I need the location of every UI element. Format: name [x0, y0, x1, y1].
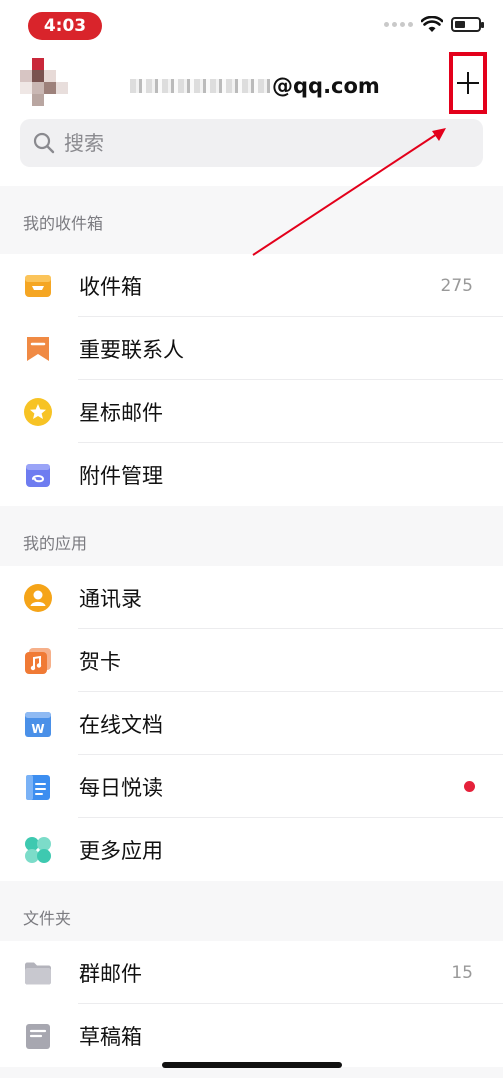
- unread-count: 15: [451, 962, 473, 983]
- inbox-icon: [23, 271, 53, 301]
- unread-badge: [464, 781, 475, 792]
- list-item-label: 通讯录: [79, 586, 142, 611]
- list-item-contacts[interactable]: 通讯录: [0, 566, 503, 629]
- card-music-icon: [23, 646, 53, 676]
- apps-section-list: 通讯录 贺卡 W 在线文档 每日悦读 更多应用: [0, 566, 503, 881]
- mailbox-list: 我的收件箱 收件箱 275 重要联系人 星标邮件 附件管理 我的应用 通讯录 贺…: [0, 186, 503, 1078]
- list-item-label: 草稿箱: [79, 1024, 142, 1049]
- star-icon: [23, 397, 53, 427]
- search-input[interactable]: [62, 130, 446, 156]
- wifi-icon: [421, 16, 443, 32]
- reading-icon: [23, 772, 53, 802]
- search-bar[interactable]: [20, 119, 483, 167]
- search-icon: [33, 132, 55, 154]
- list-item-label: 更多应用: [79, 838, 163, 863]
- list-item-label: 群邮件: [79, 961, 142, 986]
- add-button[interactable]: [449, 52, 487, 114]
- list-item-label: 重要联系人: [79, 337, 184, 362]
- list-item-group-mail[interactable]: 群邮件 15: [0, 941, 503, 1004]
- plus-icon: [457, 72, 479, 94]
- list-item-label: 贺卡: [79, 649, 121, 674]
- list-item-attachments[interactable]: 附件管理: [0, 443, 503, 506]
- list-item-online-docs[interactable]: W 在线文档: [0, 692, 503, 755]
- account-email[interactable]: @qq.com: [130, 74, 380, 98]
- contacts-icon: [23, 583, 53, 613]
- list-item-label: 星标邮件: [79, 400, 163, 425]
- list-item-inbox[interactable]: 收件箱 275: [0, 254, 503, 317]
- document-w-icon: W: [23, 709, 53, 739]
- status-bar: 4:03: [0, 0, 503, 52]
- list-item-greeting-card[interactable]: 贺卡: [0, 629, 503, 692]
- home-indicator[interactable]: [162, 1062, 342, 1068]
- status-icons: [384, 16, 484, 33]
- folders-section-list: 群邮件 15 草稿箱: [0, 941, 503, 1067]
- svg-text:W: W: [31, 722, 44, 736]
- more-apps-icon: [23, 835, 53, 865]
- list-item-label: 在线文档: [79, 712, 163, 737]
- unread-count: 275: [440, 275, 473, 296]
- drafts-icon: [23, 1021, 53, 1051]
- cellular-signal-icon: [384, 22, 413, 27]
- bookmark-icon: [23, 334, 53, 364]
- folder-icon: [23, 958, 53, 988]
- status-time: 4:03: [28, 12, 102, 40]
- section-title-inbox: 我的收件箱: [23, 214, 104, 233]
- battery-icon: [451, 17, 484, 32]
- list-item-label: 收件箱: [79, 274, 142, 299]
- list-item-drafts[interactable]: 草稿箱: [0, 1004, 503, 1067]
- account-header: @qq.com: [0, 52, 503, 122]
- list-item-label: 附件管理: [79, 463, 163, 488]
- email-domain: @qq.com: [272, 74, 380, 98]
- inbox-section-list: 收件箱 275 重要联系人 星标邮件 附件管理: [0, 254, 503, 506]
- masked-username: [130, 79, 270, 93]
- list-item-daily-reading[interactable]: 每日悦读: [0, 755, 503, 818]
- attachment-icon: [23, 460, 53, 490]
- list-item-label: 每日悦读: [79, 775, 163, 800]
- section-title-apps: 我的应用: [23, 534, 88, 553]
- list-item-important-contacts[interactable]: 重要联系人: [0, 317, 503, 380]
- section-title-folders: 文件夹: [23, 909, 72, 928]
- list-item-more-apps[interactable]: 更多应用: [0, 818, 503, 881]
- avatar[interactable]: [20, 58, 68, 110]
- list-item-starred[interactable]: 星标邮件: [0, 380, 503, 443]
